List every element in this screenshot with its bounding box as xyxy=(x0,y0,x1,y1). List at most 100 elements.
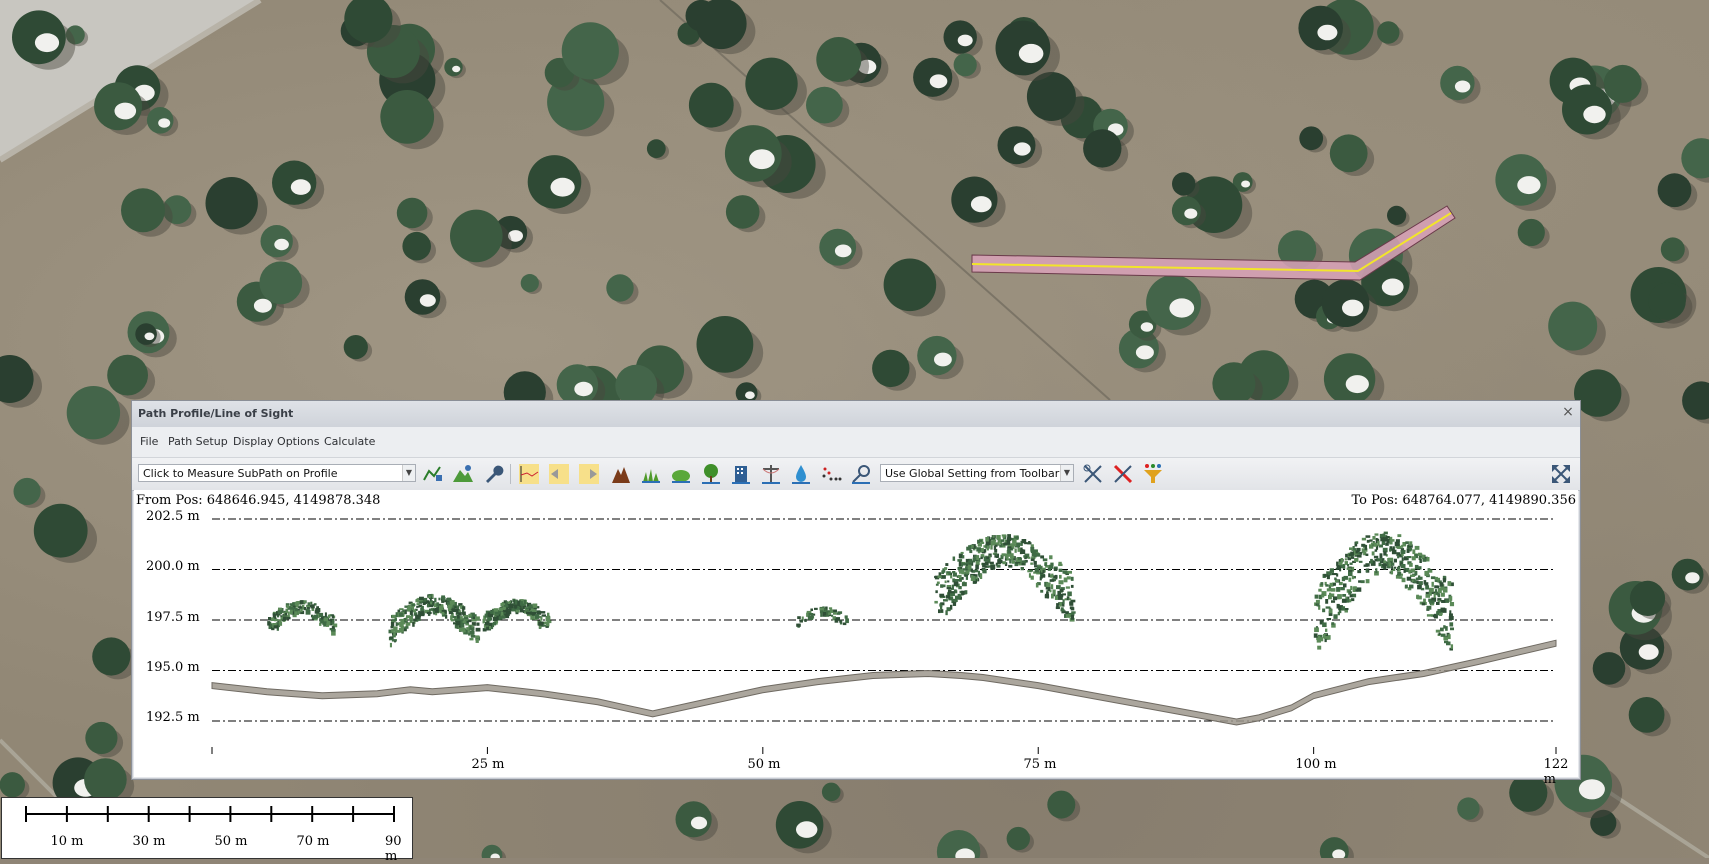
vegetation-point xyxy=(994,549,998,553)
vegetation-point xyxy=(1070,584,1074,588)
powerline-icon[interactable] xyxy=(760,463,782,485)
vegetation-point xyxy=(1418,575,1421,579)
tree-canopy xyxy=(883,258,937,312)
ground-icon[interactable] xyxy=(610,463,632,485)
building-icon[interactable] xyxy=(730,463,752,485)
scale-label: 70 m xyxy=(296,834,330,849)
tree-highlight xyxy=(929,74,948,89)
vegetation-point xyxy=(828,607,833,610)
tree-canopy xyxy=(205,177,258,230)
vegetation-point xyxy=(398,612,404,617)
profile-plot[interactable]: From Pos: 648646.945, 4149878.348 To Pos… xyxy=(134,490,1578,787)
shift-right-icon[interactable] xyxy=(578,463,600,485)
chevron-down-icon[interactable]: ▼ xyxy=(1060,465,1073,481)
vegetation-point xyxy=(501,615,506,618)
profile-line-icon[interactable] xyxy=(518,463,540,485)
vegetation-point xyxy=(1058,563,1063,567)
profile-settings-icon[interactable] xyxy=(422,463,444,485)
window-titlebar[interactable]: Path Profile/Line of Sight × xyxy=(132,401,1580,428)
tree-highlight xyxy=(1013,142,1031,156)
measure-icon[interactable] xyxy=(850,463,872,485)
water-icon[interactable] xyxy=(790,463,812,485)
vegetation-point xyxy=(1357,570,1362,574)
tree-canopy xyxy=(33,503,88,558)
tree-canopy xyxy=(107,354,148,396)
menu-calculate[interactable]: Calculate xyxy=(324,435,375,448)
vegetation-point xyxy=(1401,557,1404,561)
vegetation-point xyxy=(952,572,957,577)
wrench-icon[interactable] xyxy=(482,463,504,485)
vegetation-point xyxy=(1343,583,1347,588)
vegetation-point xyxy=(1383,560,1387,564)
path-profile-window[interactable]: Path Profile/Line of Sight × File Path S… xyxy=(131,400,1581,787)
measure-mode-select[interactable]: Click to Measure SubPath on Profile ▼ xyxy=(138,464,416,482)
vegetation-point xyxy=(965,576,969,580)
tree-canopy xyxy=(1574,369,1622,417)
vegetation-point xyxy=(1409,541,1413,546)
vegetation-point xyxy=(1437,593,1441,598)
vegetation-point xyxy=(1029,569,1034,572)
vegetation-point xyxy=(1028,556,1031,559)
vegetation-point xyxy=(1068,598,1072,601)
vegetation-point xyxy=(1030,558,1035,562)
vegetation-point xyxy=(1058,568,1063,572)
vegetation-point xyxy=(1001,553,1006,557)
menu-file[interactable]: File xyxy=(140,435,158,448)
global-setting-select[interactable]: Use Global Setting from Toolbar ▼ xyxy=(880,464,1074,482)
grass-icon[interactable] xyxy=(640,463,662,485)
vegetation-point xyxy=(388,629,392,634)
vegetation-point xyxy=(810,608,813,612)
tree-canopy xyxy=(1299,126,1324,151)
bush-icon[interactable] xyxy=(670,463,692,485)
vegetation-point xyxy=(1404,584,1408,589)
vegetation-point xyxy=(1325,599,1329,604)
vegetation-point xyxy=(286,616,291,620)
vegetation-point xyxy=(958,561,962,567)
menu-bar: File Path Setup Display Options Calculat… xyxy=(132,427,1580,457)
points-icon[interactable] xyxy=(820,463,842,485)
vegetation-point xyxy=(1062,599,1065,605)
vegetation-point xyxy=(1423,580,1427,585)
terrain-icon[interactable] xyxy=(452,463,474,485)
tools-settings-icon[interactable] xyxy=(1082,463,1104,485)
tree-canopy xyxy=(696,316,754,373)
vegetation-point xyxy=(438,597,441,601)
vegetation-point xyxy=(475,635,480,639)
vegetation-point xyxy=(273,613,276,618)
vegetation-point xyxy=(952,601,957,606)
menu-path-setup[interactable]: Path Setup xyxy=(168,435,228,448)
vegetation-point xyxy=(442,596,446,601)
vegetation-point xyxy=(532,603,538,608)
vegetation-point xyxy=(404,626,409,629)
vegetation-point xyxy=(807,615,813,620)
vegetation-point xyxy=(975,560,980,566)
vegetation-point xyxy=(1344,558,1347,561)
vegetation-point xyxy=(994,544,998,547)
vegetation-point xyxy=(1065,586,1070,589)
close-icon[interactable]: × xyxy=(1560,404,1576,420)
vegetation-point xyxy=(946,586,952,590)
tree-canopy xyxy=(343,335,368,360)
vegetation-point xyxy=(945,610,948,616)
shift-left-icon[interactable] xyxy=(548,463,570,485)
menu-display-options[interactable]: Display Options xyxy=(233,435,320,448)
vegetation-point xyxy=(528,606,534,609)
tree-icon[interactable] xyxy=(700,463,722,485)
vegetation-point xyxy=(1350,585,1353,591)
chevron-down-icon[interactable]: ▼ xyxy=(402,465,415,481)
vegetation-point xyxy=(1413,580,1417,584)
zoom-extents-icon[interactable] xyxy=(1550,463,1572,485)
filter-icon[interactable] xyxy=(1142,463,1164,485)
vegetation-point xyxy=(1388,562,1392,567)
clear-icon[interactable] xyxy=(1112,463,1134,485)
vegetation-point xyxy=(1056,585,1061,590)
vegetation-point xyxy=(1020,567,1025,571)
tree-highlight xyxy=(452,65,461,73)
vegetation-point xyxy=(968,545,972,549)
vegetation-point xyxy=(1046,582,1051,588)
vegetation-point xyxy=(1389,548,1392,552)
vegetation-point xyxy=(331,614,335,619)
vegetation-point xyxy=(434,608,439,613)
scale-label: 50 m xyxy=(214,834,248,849)
vegetation-point xyxy=(426,611,432,615)
